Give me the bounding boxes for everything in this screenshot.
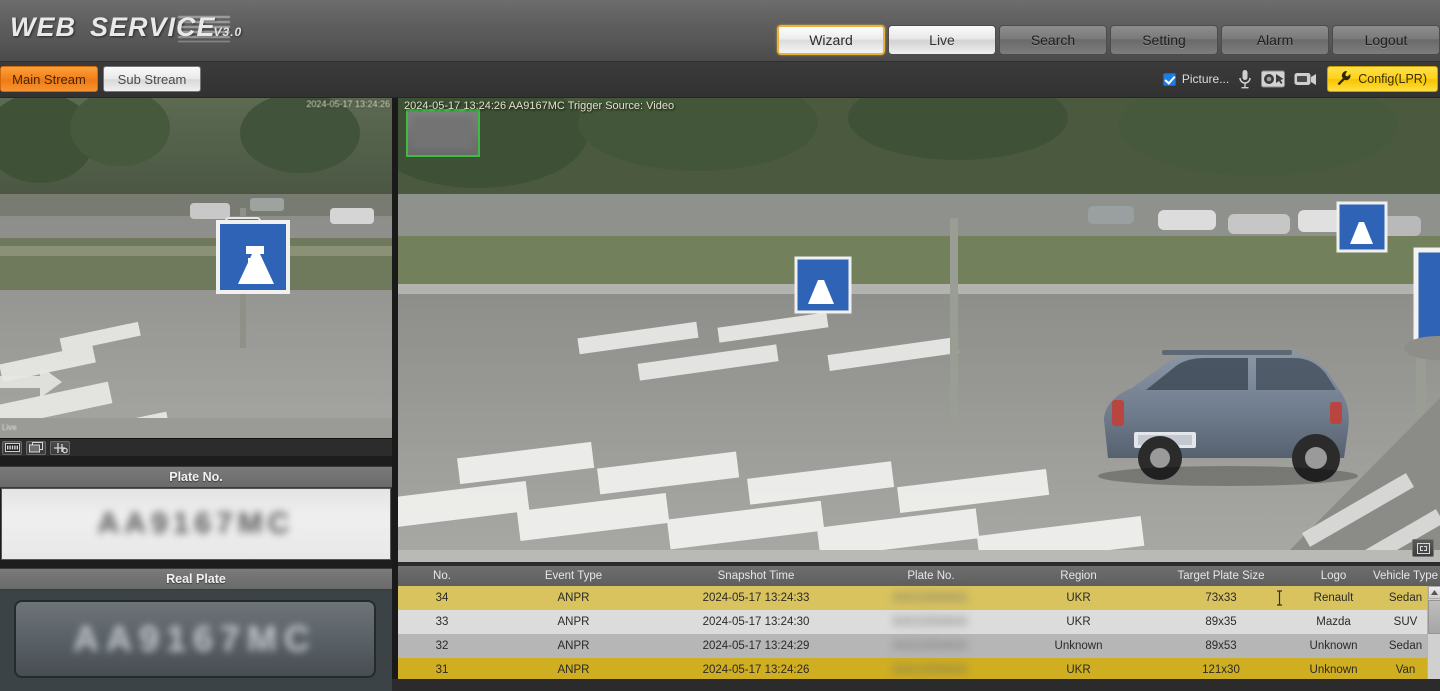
main-video-feed[interactable]: 2024-05-17 13:24:26 AA9167MC Trigger Sou… bbox=[398, 98, 1440, 562]
nav-tab-logout[interactable]: Logout bbox=[1332, 25, 1440, 55]
fullscreen-icon[interactable] bbox=[1412, 539, 1434, 557]
real-plate-crop-image[interactable]: AA9167MC bbox=[0, 590, 392, 691]
cell-region: Unknown bbox=[1054, 640, 1103, 652]
cell-snapshot-time: 2024-05-17 13:24:30 bbox=[702, 616, 810, 628]
cell-snapshot-time: 2024-05-17 13:24:33 bbox=[702, 592, 810, 604]
plate-no-section-header: Plate No. bbox=[0, 466, 392, 488]
cell-region: UKR bbox=[1066, 616, 1091, 628]
app-header: WEB SERVICE V3.0 Wizard Live Search Sett… bbox=[0, 0, 1440, 62]
picture-checkbox-wrap[interactable]: Picture... bbox=[1162, 72, 1230, 86]
scroll-up-arrow-icon[interactable] bbox=[1428, 586, 1440, 599]
cell-plate-no: AA1234AA bbox=[893, 664, 969, 676]
microphone-icon[interactable] bbox=[1238, 69, 1252, 89]
cell-logo: Mazda bbox=[1316, 616, 1351, 628]
main-navigation: Wizard Live Search Setting Alarm Logout bbox=[777, 25, 1440, 55]
preview-toolbar bbox=[0, 438, 392, 456]
cell-plate-no: AA1234AA bbox=[893, 640, 969, 652]
nav-tab-live[interactable]: Live bbox=[888, 25, 996, 55]
col-header-target-plate-size[interactable]: Target Plate Size bbox=[1146, 566, 1296, 586]
nav-tab-setting[interactable]: Setting bbox=[1110, 25, 1218, 55]
cell-target-plate-size: 73x33 bbox=[1205, 592, 1237, 604]
multi-window-icon[interactable] bbox=[26, 440, 46, 455]
plate-no-value: AA9167MC bbox=[97, 507, 295, 540]
col-header-plate-no[interactable]: Plate No. bbox=[851, 566, 1011, 586]
table-row[interactable]: 34 ANPR 2024-05-17 13:24:33 AA1234AA UKR… bbox=[398, 586, 1440, 610]
table-row[interactable]: 32 ANPR 2024-05-17 13:24:29 AA1234AA Unk… bbox=[398, 634, 1440, 658]
real-plate-value: AA9167MC bbox=[72, 618, 318, 659]
picture-checkbox[interactable] bbox=[1162, 72, 1176, 86]
cell-logo: Renault bbox=[1313, 592, 1354, 604]
cell-event-type: ANPR bbox=[557, 664, 590, 676]
preview-video-feed[interactable]: 2024-05-17 13:24:26 Live bbox=[0, 98, 392, 438]
toolbar-actions: Picture... Config(LPR) bbox=[1162, 66, 1438, 92]
config-lpr-button[interactable]: Config(LPR) bbox=[1327, 66, 1438, 92]
table-scrollbar[interactable] bbox=[1427, 586, 1440, 679]
cell-plate-no: AA1234AA bbox=[893, 592, 969, 604]
record-video-icon[interactable] bbox=[1294, 70, 1318, 88]
cell-no: 34 bbox=[435, 592, 449, 604]
cell-event-type: ANPR bbox=[557, 592, 590, 604]
col-header-logo[interactable]: Logo bbox=[1296, 566, 1371, 586]
event-table: No. Event Type Snapshot Time Plate No. R… bbox=[398, 566, 1440, 679]
picture-checkbox-label: Picture... bbox=[1181, 72, 1230, 86]
cell-no: 31 bbox=[435, 664, 449, 676]
cell-region: UKR bbox=[1066, 592, 1091, 604]
cell-target-plate-size: 89x35 bbox=[1205, 616, 1237, 628]
stream-selector: Main Stream Sub Stream bbox=[0, 66, 201, 92]
snapshot-icon[interactable] bbox=[1261, 69, 1286, 89]
preview-scene bbox=[0, 98, 392, 438]
main-video-scene bbox=[398, 98, 1440, 562]
adjust-crosshair-icon[interactable] bbox=[50, 440, 70, 455]
real-plate-section-header: Real Plate bbox=[0, 568, 392, 590]
preview-timestamp: 2024-05-17 13:24:26 bbox=[306, 99, 390, 109]
plate-display-icon[interactable] bbox=[2, 440, 22, 455]
col-header-snapshot-time[interactable]: Snapshot Time bbox=[661, 566, 851, 586]
cell-snapshot-time: 2024-05-17 13:24:26 bbox=[702, 664, 810, 676]
col-header-event-type[interactable]: Event Type bbox=[486, 566, 661, 586]
cell-event-type: ANPR bbox=[557, 616, 590, 628]
stream-toolbar: Main Stream Sub Stream Picture... Config… bbox=[0, 62, 1440, 98]
cell-no: 32 bbox=[435, 640, 449, 652]
detected-plate-thumbnail[interactable] bbox=[406, 109, 480, 157]
logo-streak-decoration bbox=[178, 16, 230, 42]
col-header-vehicle-type[interactable]: Vehicle Type bbox=[1371, 566, 1440, 586]
cell-target-plate-size: 89x53 bbox=[1205, 640, 1237, 652]
nav-tab-wizard[interactable]: Wizard bbox=[777, 25, 885, 55]
real-plate-box: AA9167MC bbox=[14, 600, 376, 678]
config-lpr-label: Config(LPR) bbox=[1358, 72, 1427, 86]
left-panel: 2024-05-17 13:24:26 Live Plate No. AA916… bbox=[0, 98, 392, 691]
cell-snapshot-time: 2024-05-17 13:24:29 bbox=[702, 640, 810, 652]
cell-target-plate-size: 121x30 bbox=[1202, 664, 1240, 676]
table-row[interactable]: 31 ANPR 2024-05-17 13:24:26 AA1234AA UKR… bbox=[398, 658, 1440, 679]
logo-web-text: WEB bbox=[10, 12, 76, 42]
nav-tab-alarm[interactable]: Alarm bbox=[1221, 25, 1329, 55]
cell-logo: Unknown bbox=[1309, 640, 1358, 652]
table-header-row: No. Event Type Snapshot Time Plate No. R… bbox=[398, 566, 1440, 586]
cell-region: UKR bbox=[1066, 664, 1091, 676]
video-osd-text: 2024-05-17 13:24:26 AA9167MC Trigger Sou… bbox=[404, 100, 675, 112]
table-row[interactable]: 33 ANPR 2024-05-17 13:24:30 AA1234AA UKR… bbox=[398, 610, 1440, 634]
cell-logo: Unknown bbox=[1309, 664, 1358, 676]
sub-stream-button[interactable]: Sub Stream bbox=[103, 66, 201, 92]
col-header-no[interactable]: No. bbox=[398, 566, 486, 586]
main-stream-button[interactable]: Main Stream bbox=[0, 66, 98, 92]
cell-no: 33 bbox=[435, 616, 449, 628]
cell-event-type: ANPR bbox=[557, 640, 590, 652]
col-header-region[interactable]: Region bbox=[1011, 566, 1146, 586]
plate-thumbnail-image bbox=[414, 117, 472, 149]
preview-badge: Live bbox=[2, 423, 17, 432]
wrench-icon bbox=[1336, 70, 1352, 89]
scrollbar-thumb[interactable] bbox=[1428, 600, 1440, 634]
nav-tab-search[interactable]: Search bbox=[999, 25, 1107, 55]
plate-no-crop-image[interactable]: AA9167MC bbox=[1, 488, 391, 560]
cell-plate-no: AA1234AA bbox=[893, 616, 969, 628]
